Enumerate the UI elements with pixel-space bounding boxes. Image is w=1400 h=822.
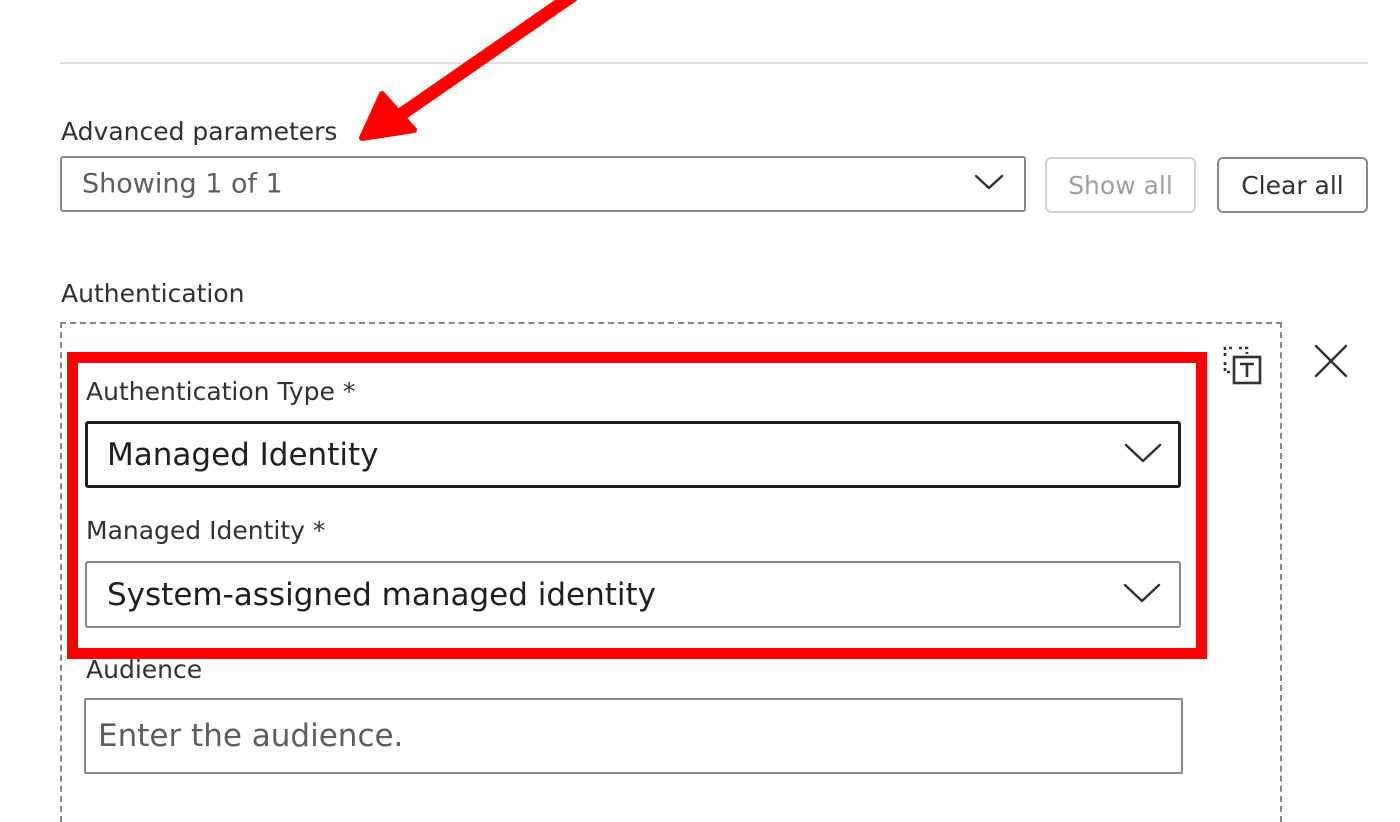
chevron-down-icon (1124, 442, 1162, 468)
managed-identity-selected-value: System-assigned managed identity (107, 576, 657, 613)
chevron-down-icon (1123, 582, 1161, 608)
authentication-type-label: Authentication Type * (86, 377, 356, 406)
authentication-type-selected-value: Managed Identity (107, 436, 379, 473)
show-all-button[interactable]: Show all (1045, 157, 1196, 213)
audience-input[interactable] (84, 698, 1183, 774)
authentication-section-label: Authentication (61, 279, 245, 308)
managed-identity-label: Managed Identity * (86, 516, 326, 545)
advanced-parameters-selected-value: Showing 1 of 1 (82, 168, 283, 200)
clear-all-button[interactable]: Clear all (1217, 157, 1368, 213)
advanced-parameters-label: Advanced parameters (61, 117, 338, 146)
top-divider (60, 62, 1368, 64)
dynamic-content-token-icon[interactable] (1220, 343, 1266, 389)
authentication-type-dropdown[interactable]: Managed Identity (85, 421, 1181, 488)
managed-identity-dropdown[interactable]: System-assigned managed identity (85, 561, 1181, 628)
audience-label: Audience (86, 655, 203, 684)
advanced-parameters-dropdown[interactable]: Showing 1 of 1 (60, 156, 1026, 212)
close-icon[interactable] (1308, 338, 1354, 384)
chevron-down-icon (974, 173, 1004, 195)
